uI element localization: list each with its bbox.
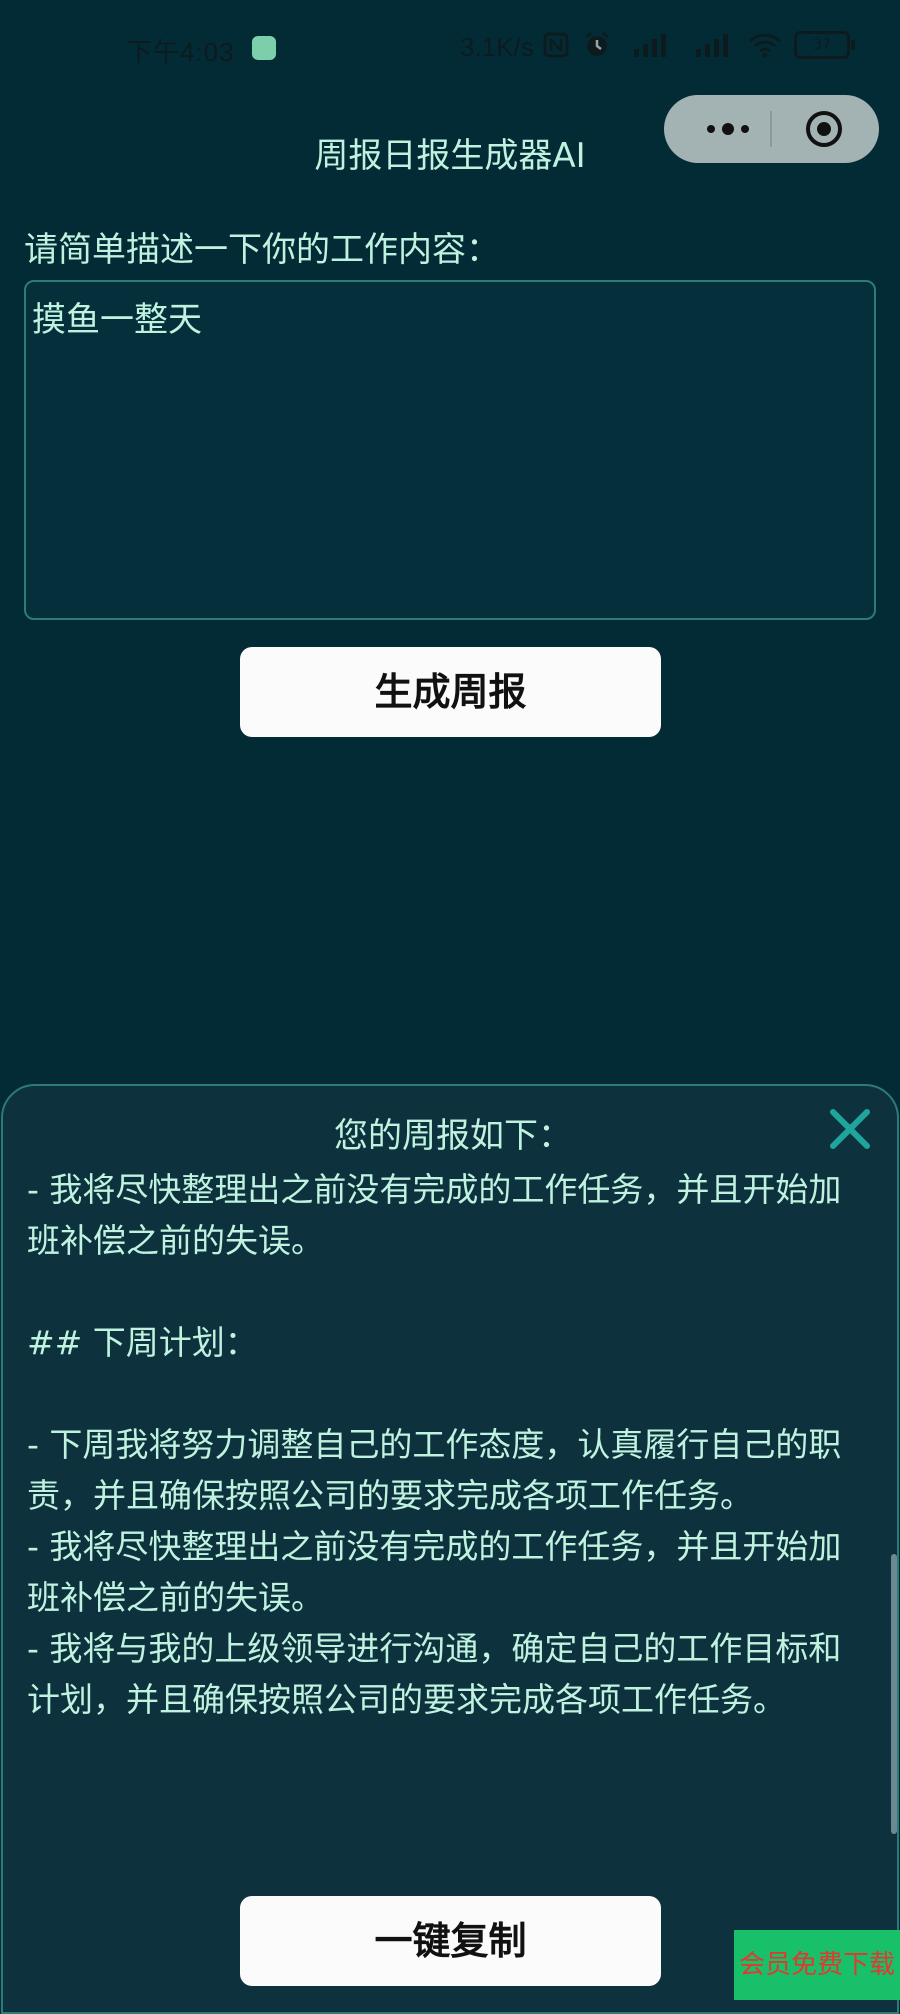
copy-button[interactable]: 一键复制: [240, 1896, 661, 1986]
battery-icon: 37: [794, 31, 855, 59]
result-title: 您的周报如下：: [334, 1116, 572, 1156]
battery-level: 37: [813, 37, 831, 53]
network-speed: 3.1K/s: [460, 32, 534, 62]
alarm-icon: [585, 31, 609, 56]
result-scrollbar[interactable]: [891, 1554, 897, 1834]
app-notification-icon: [252, 36, 276, 60]
status-icons: 37: [542, 30, 855, 60]
result-panel: 您的周报如下： - 我将尽快整理出之前没有完成的工作任务，并且开始加班补偿之前的…: [1, 1084, 899, 2014]
work-description-label: 请简单描述一下你的工作内容：: [24, 230, 500, 270]
status-time: 下午4:03: [126, 37, 235, 67]
work-description-input[interactable]: 摸鱼一整天: [24, 280, 876, 620]
nfc-icon: [543, 32, 569, 58]
signal-icon-2: [696, 34, 728, 57]
generate-report-button[interactable]: 生成周报: [240, 647, 661, 737]
report-text: - 我将尽快整理出之前没有完成的工作任务，并且开始加班补偿之前的失误。 ## 下…: [27, 1170, 842, 1719]
status-bar: 下午4:03 3.1K/s 37: [0, 0, 900, 100]
wifi-icon: [748, 33, 782, 58]
page-title: 周报日报生成器AI: [314, 136, 586, 176]
signal-icon: [634, 34, 666, 57]
vip-download-badge[interactable]: 会员免费下载: [734, 1930, 900, 2000]
close-icon[interactable]: [827, 1106, 873, 1152]
